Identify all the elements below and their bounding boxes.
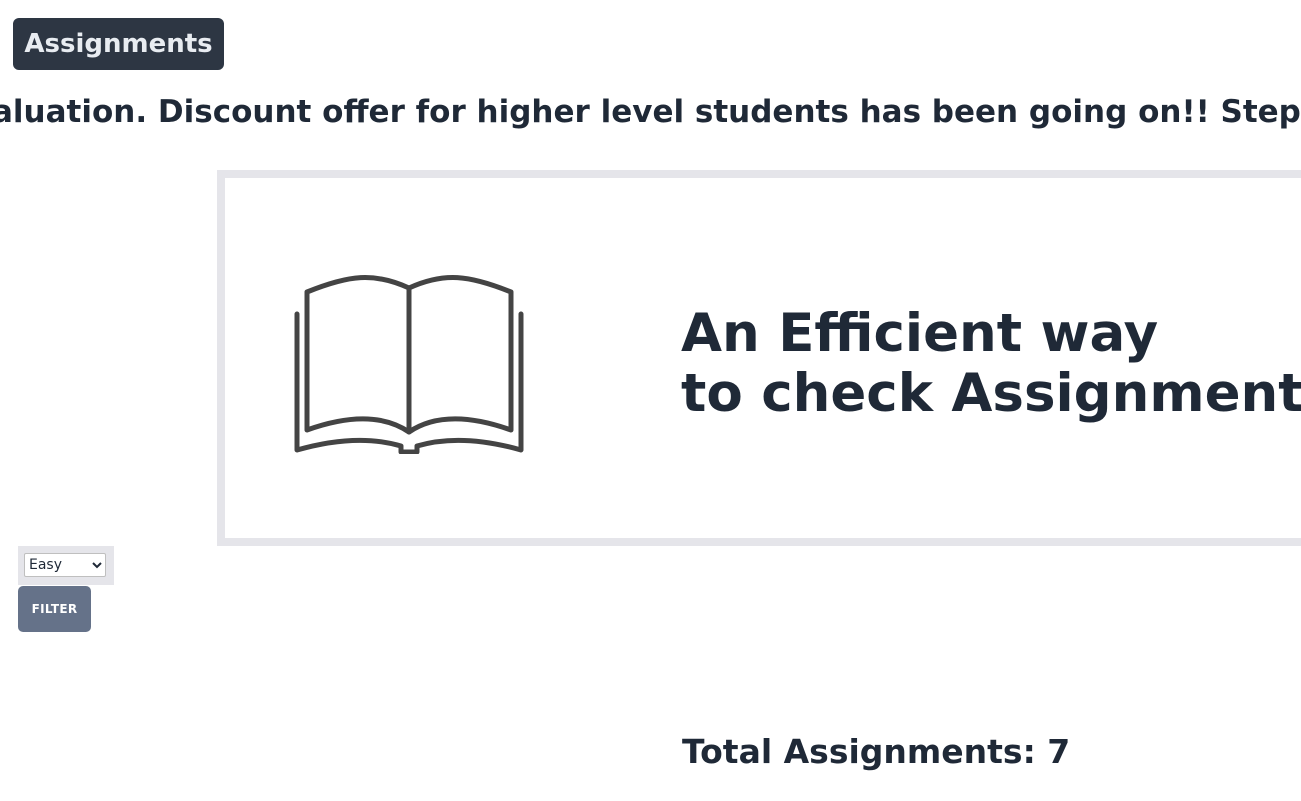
- total-assignments-count: Total Assignments: 7: [682, 732, 1071, 771]
- page: Assignments aluation. Discount offer for…: [0, 0, 1301, 801]
- announcement-marquee: aluation. Discount offer for higher leve…: [0, 92, 1301, 132]
- hero-heading-line-2: to check Assignment: [681, 363, 1301, 424]
- page-title-badge[interactable]: Assignments: [13, 18, 224, 70]
- announcement-text: aluation. Discount offer for higher leve…: [0, 94, 1301, 130]
- hero-heading: An Efficient way to check Assignment: [681, 304, 1301, 424]
- difficulty-select[interactable]: Easy: [24, 553, 106, 577]
- hero-banner: An Efficient way to check Assignment: [217, 170, 1301, 546]
- filter-button[interactable]: FILTER: [18, 586, 91, 632]
- hero-heading-line-1: An Efficient way: [681, 303, 1159, 364]
- filter-select-container: Easy: [18, 546, 114, 585]
- open-book-icon: [294, 274, 524, 454]
